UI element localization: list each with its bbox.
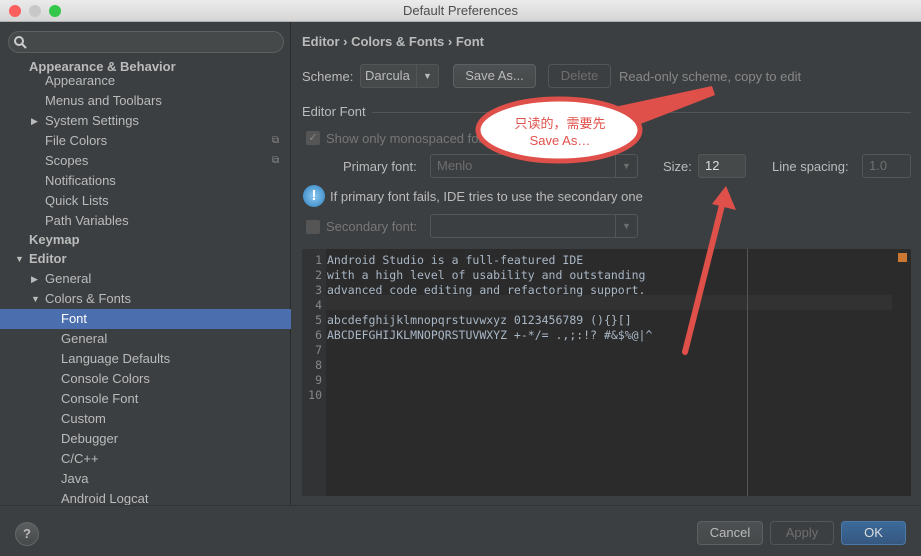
dialog-footer: ? Cancel Apply OK [0,505,921,556]
callout-line-1: 只读的，需要先 [514,116,606,131]
apply-button[interactable]: Apply [770,521,834,545]
help-button[interactable]: ? [15,522,39,546]
callout-line-2: Save As… [529,133,591,148]
ok-button[interactable]: OK [841,521,906,545]
annotation-arrow [682,202,725,355]
arrow-head-icon [712,186,736,210]
cancel-button[interactable]: Cancel [697,521,763,545]
annotation-overlay [475,86,736,355]
callout-text: 只读的，需要先 Save As… [480,115,640,149]
